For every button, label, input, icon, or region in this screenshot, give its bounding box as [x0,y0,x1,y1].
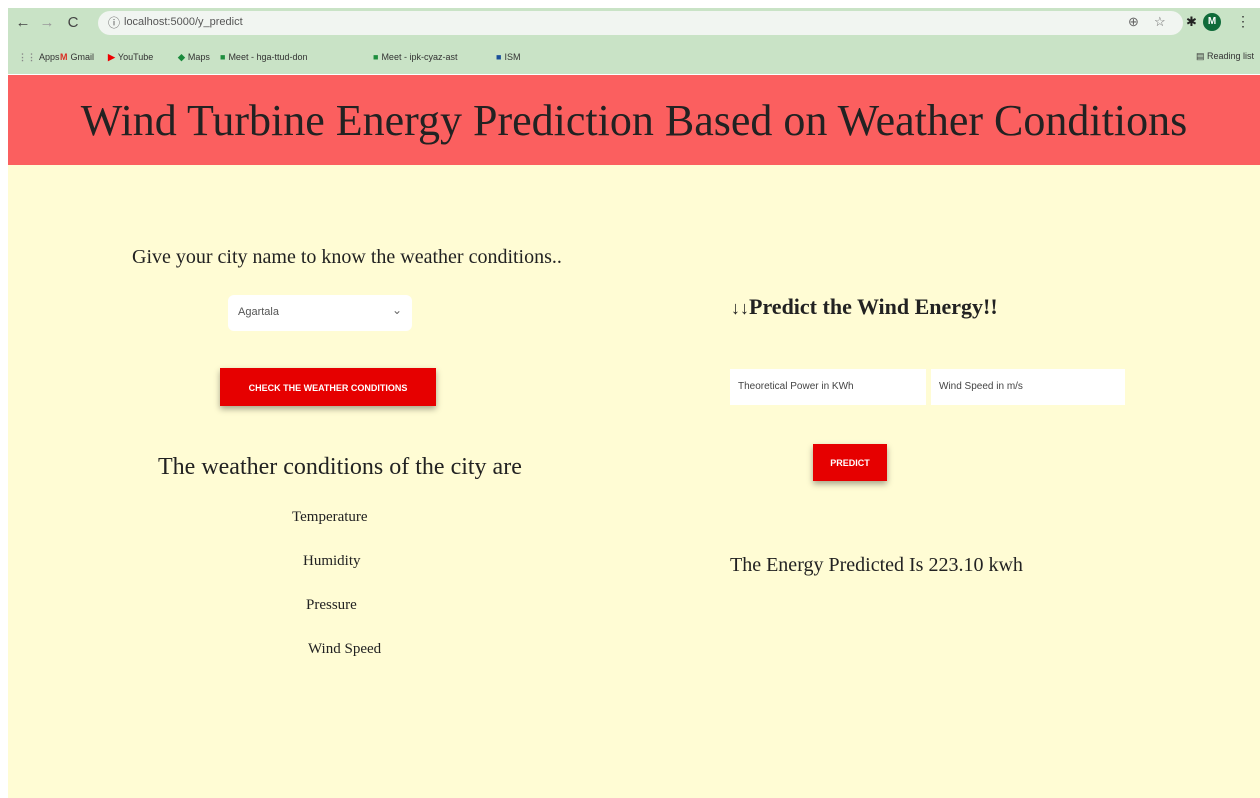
address-bar[interactable]: ⓘ localhost:5000/y_predict ⊕ ☆ [98,11,1183,35]
predict-button[interactable]: PREDICT [813,444,887,481]
reload-icon[interactable]: C [64,14,82,32]
extensions-puzzle-icon[interactable]: ✱ [1186,14,1197,30]
apps-grid-icon: ⋮⋮ [18,52,36,62]
bookmark-star-icon[interactable]: ☆ [1154,14,1166,30]
weather-temperature: Temperature [292,509,368,525]
weather-humidity: Humidity [303,553,361,569]
page-body: Wind Turbine Energy Prediction Based on … [8,75,1260,798]
bookmark-youtube[interactable]: ▶ YouTube [108,52,153,63]
browser-toolbar: ← → C ⓘ localhost:5000/y_predict ⊕ ☆ ✱ M… [8,8,1260,38]
page-title: Wind Turbine Energy Prediction Based on … [80,95,1188,145]
bookmark-apps[interactable]: ⋮⋮ Apps [18,52,60,63]
chevron-down-icon: ⌄ [391,303,402,317]
forward-arrow-icon[interactable]: → [38,14,56,32]
ism-icon: ■ [496,52,502,62]
bookmark-ism[interactable]: ■ ISM [496,52,520,62]
youtube-icon: ▶ [108,52,115,62]
bookmark-label: ISM [504,52,521,62]
profile-avatar[interactable]: M [1203,13,1221,31]
bookmark-meet-1[interactable]: ■ Meet - hga-ttud-don [220,52,307,62]
reading-list-icon: ▤ [1195,51,1207,61]
weather-pressure: Pressure [306,597,357,613]
city-prompt: Give your city name to know the weather … [132,246,562,268]
gmail-icon: M [60,52,68,62]
check-weather-button[interactable]: CHECK THE WEATHER CONDITIONS [220,368,436,406]
browser-chrome: ← → C ⓘ localhost:5000/y_predict ⊕ ☆ ✱ M… [8,8,1260,74]
bookmark-label: Gmail [70,52,95,62]
meet-icon: ■ [373,52,379,62]
wind-speed-input[interactable]: Wind Speed in m/s [931,369,1125,405]
wind-speed-placeholder: Wind Speed in m/s [939,381,1023,392]
predict-title: ↓↓Predict the Wind Energy!! [731,294,998,320]
weather-wind-speed: Wind Speed [308,641,382,657]
zoom-icon[interactable]: ⊕ [1128,14,1139,30]
city-select-value: Agartala [238,306,279,318]
back-arrow-icon[interactable]: ← [14,14,32,32]
bookmark-maps[interactable]: ◆ Maps [178,52,210,63]
bookmark-label: Meet - hga-ttud-don [228,52,308,62]
theoretical-power-placeholder: Theoretical Power in KWh [738,381,854,392]
down-arrows-icon: ↓↓ [731,298,749,318]
maps-pin-icon: ◆ [178,52,185,62]
bookmarks-bar: ⋮⋮ Apps M Gmail ▶ YouTube ◆ Maps ■ Meet - hga… [8,48,1260,70]
info-icon[interactable]: ⓘ [108,14,120,31]
bookmark-label: YouTube [117,52,154,62]
theoretical-power-input[interactable]: Theoretical Power in KWh [730,369,926,405]
predict-title-text: Predict the Wind Energy!! [749,294,998,319]
url-text[interactable]: localhost:5000/y_predict [124,16,243,28]
prediction-result: The Energy Predicted Is 223.10 kwh [730,554,1023,576]
browser-menu-icon[interactable]: ⋮ [1236,13,1250,30]
bookmark-label: Meet - ipk-cyaz-ast [381,52,458,62]
bookmark-label: Apps [39,52,60,62]
header-banner: Wind Turbine Energy Prediction Based on … [8,75,1260,165]
reading-list[interactable]: ▤ Reading list [1196,51,1254,62]
meet-icon: ■ [220,52,226,62]
bookmark-gmail[interactable]: M Gmail [60,52,94,62]
bookmark-meet-2[interactable]: ■ Meet - ipk-cyaz-ast [373,52,457,62]
reading-list-label: Reading list [1206,51,1254,61]
weather-section-title: The weather conditions of the city are [158,454,522,480]
city-select[interactable]: Agartala ⌄ [228,295,412,331]
bookmark-label: Maps [187,52,210,62]
